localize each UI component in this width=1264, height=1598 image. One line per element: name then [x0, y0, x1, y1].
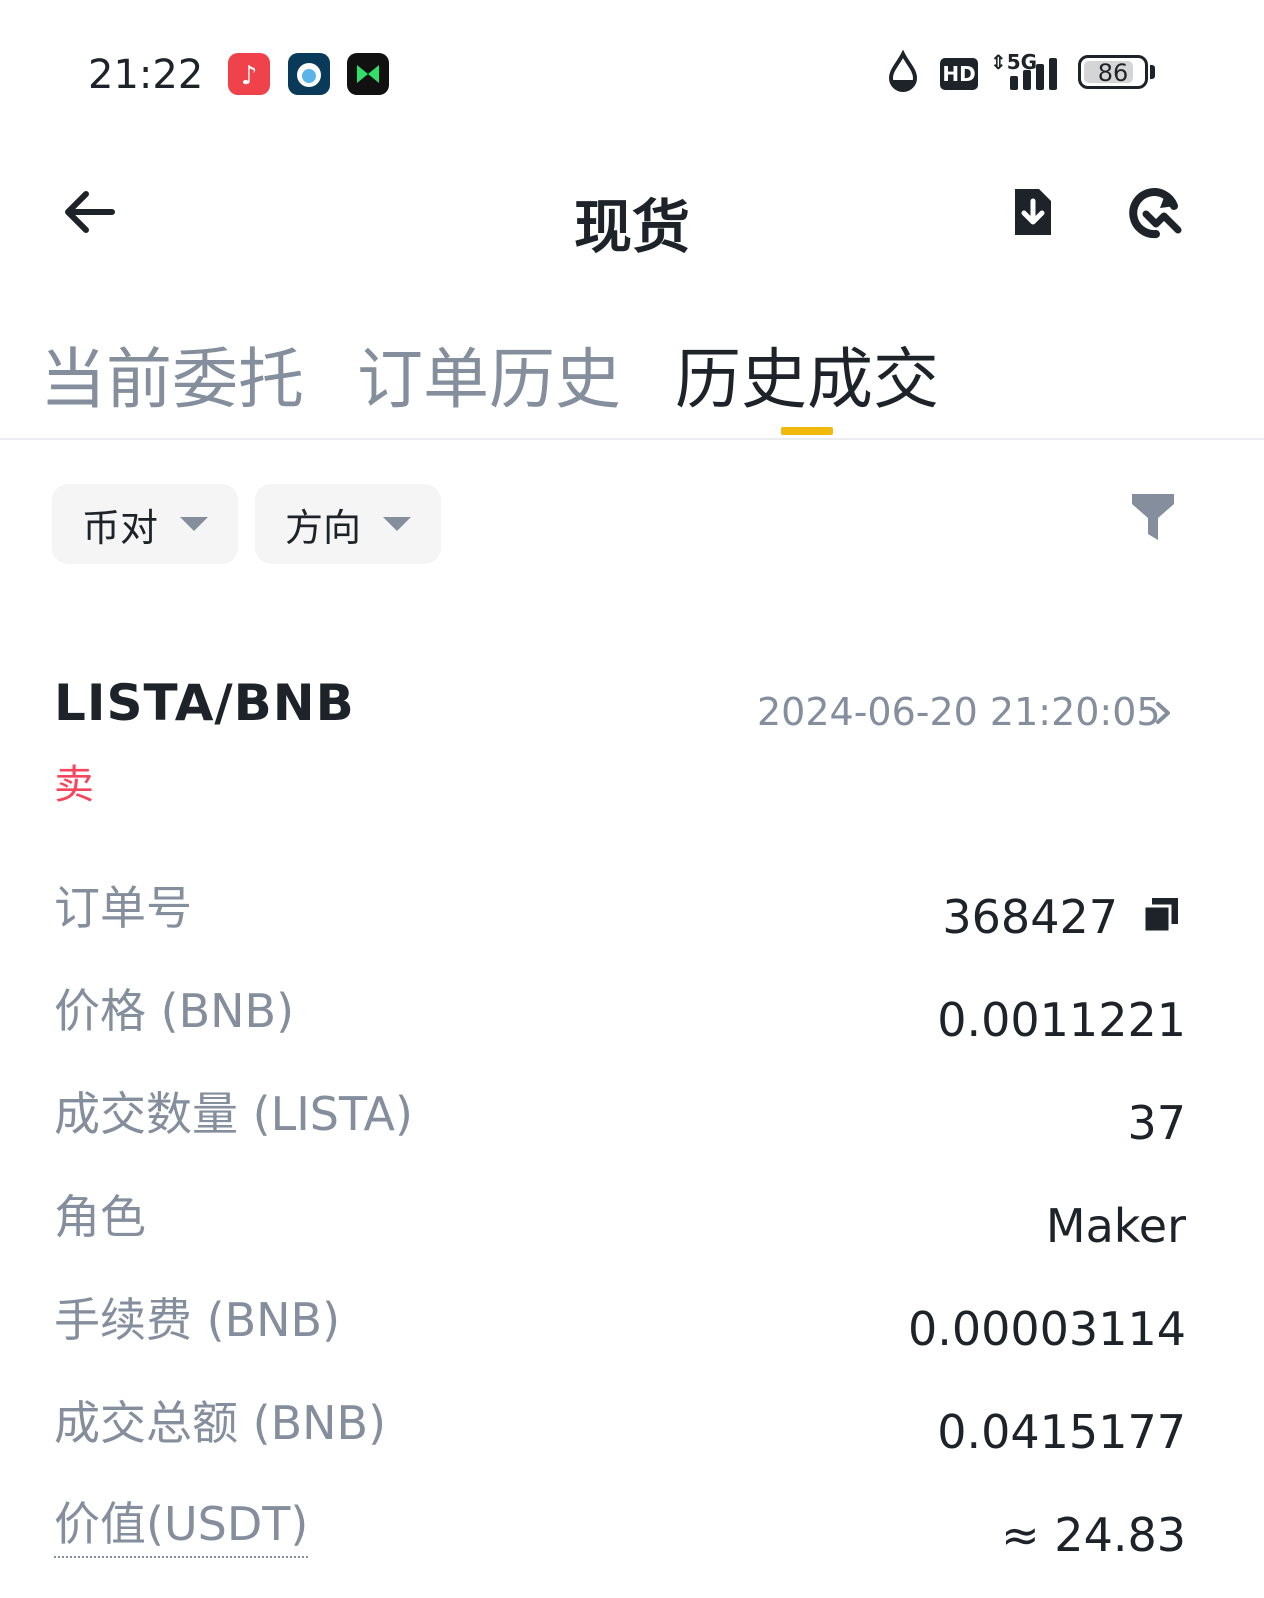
caret-down-icon — [383, 517, 412, 531]
value-usdt-value: ≈ 24.83 — [1001, 1508, 1186, 1562]
total-value: 0.0415177 — [937, 1405, 1186, 1459]
music-app-icon: ♪ — [228, 53, 270, 95]
active-tab-indicator — [781, 427, 833, 435]
download-icon[interactable] — [1008, 184, 1058, 240]
tab-divider — [0, 438, 1264, 440]
hd-badge: HD — [940, 58, 978, 90]
battery-nub — [1150, 65, 1155, 79]
game-app-icon — [347, 53, 389, 95]
trade-pair: LISTA/BNB — [54, 674, 355, 732]
caret-down-icon — [180, 517, 209, 531]
quantity-label: 成交数量 (LISTA) — [54, 1087, 413, 1141]
status-time: 21:22 — [88, 52, 204, 98]
page-title: 现货 — [573, 193, 690, 261]
battery-icon: 86 — [1078, 55, 1148, 89]
fee-value: 0.00003114 — [907, 1302, 1186, 1356]
tab-trade-history[interactable]: 历史成交 — [675, 326, 939, 422]
svg-text:♪: ♪ — [241, 61, 258, 91]
quantity-value: 37 — [1127, 1096, 1186, 1150]
data-saver-icon — [886, 49, 920, 98]
role-value: Maker — [1045, 1199, 1186, 1253]
role-label: 角色 — [54, 1190, 146, 1244]
refresh-chart-icon[interactable] — [1124, 182, 1186, 244]
direction-filter-dropdown[interactable]: 方向 — [255, 484, 441, 564]
fee-label: 手续费 (BNB) — [54, 1293, 341, 1347]
pair-filter-dropdown[interactable]: 币对 — [52, 484, 238, 564]
trade-time: 2024-06-20 21:20:05 — [757, 690, 1161, 734]
trade-side: 卖 — [54, 762, 94, 808]
pair-filter-label: 币对 — [82, 505, 159, 550]
tab-order-history[interactable]: 订单历史 — [357, 326, 621, 422]
order-id-label: 订单号 — [54, 881, 192, 935]
price-label: 价格 (BNB) — [54, 984, 295, 1038]
direction-filter-label: 方向 — [285, 505, 362, 550]
filter-icon[interactable] — [1128, 490, 1180, 546]
price-value: 0.0011221 — [937, 993, 1186, 1047]
chevron-right-icon[interactable] — [1152, 698, 1174, 732]
total-label: 成交总额 (BNB) — [54, 1396, 387, 1450]
order-id-value: 368427 — [942, 890, 1118, 944]
copy-icon[interactable] — [1140, 894, 1182, 940]
bird-app-icon — [288, 53, 330, 95]
tab-open-orders[interactable]: 当前委托 — [40, 326, 304, 422]
signal-icon — [1006, 56, 1062, 94]
value-usdt-label[interactable]: 价值(USDT) — [54, 1488, 309, 1558]
